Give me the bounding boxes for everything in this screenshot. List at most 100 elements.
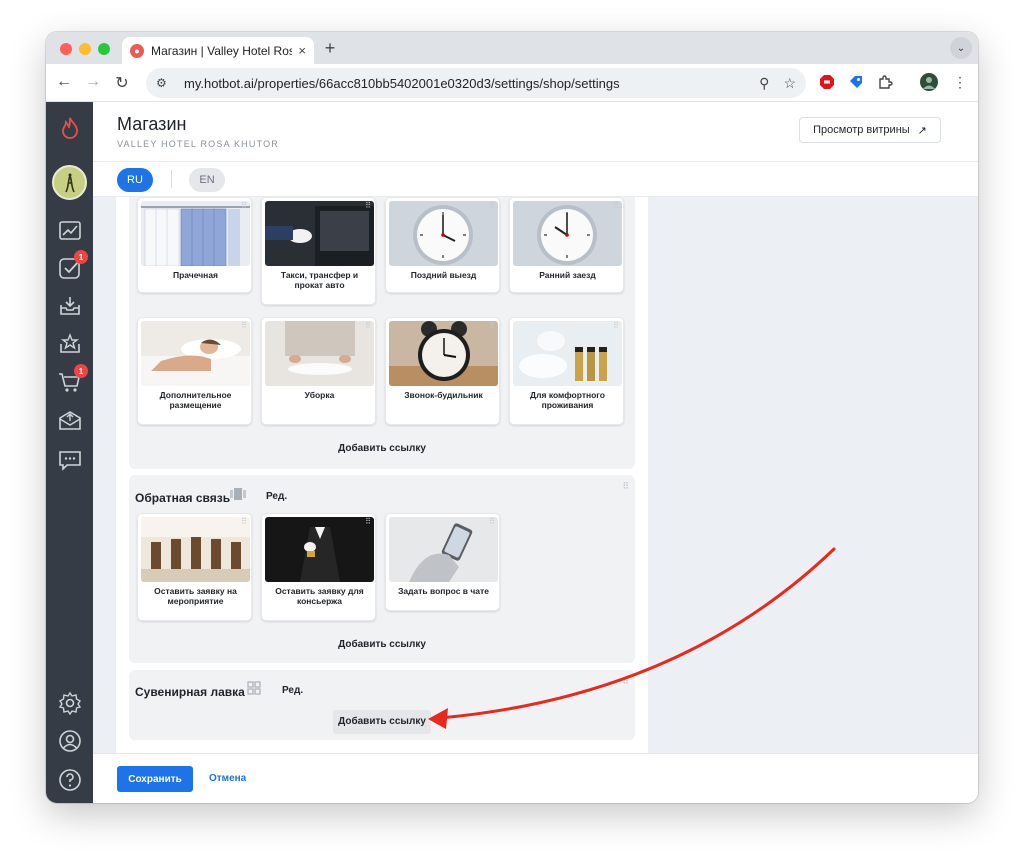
url-text: my.hotbot.ai/properties/66acc810bb540200…: [184, 75, 620, 91]
back-icon[interactable]: ←: [54, 73, 74, 91]
drag-handle-icon[interactable]: ⠿: [365, 321, 371, 330]
add-link-button[interactable]: Добавить ссылку: [129, 443, 635, 454]
close-tab-icon[interactable]: ×: [298, 43, 306, 58]
taxi-image: [265, 201, 374, 266]
preview-button-label: Просмотр витрины: [813, 124, 910, 136]
drag-handle-icon[interactable]: ⠿: [613, 201, 619, 210]
card-label: Ранний заезд: [539, 270, 596, 280]
carousel-icon: [230, 488, 246, 503]
chevron-down-icon[interactable]: ⌄: [950, 37, 972, 59]
help-question-icon[interactable]: [56, 766, 83, 793]
sidebar: 1 1: [46, 102, 93, 803]
save-button[interactable]: Сохранить: [117, 766, 193, 792]
app-area: 1 1 Магазин VALLEY HOTEL ROSA KHUTOR Про…: [46, 102, 978, 803]
mail-upload-icon[interactable]: [56, 406, 83, 433]
drag-handle-icon[interactable]: ⠿: [365, 201, 371, 210]
cancel-button[interactable]: Отмена: [209, 773, 246, 784]
service-card[interactable]: ⠿ Звонок-будильник: [385, 317, 500, 425]
chat-bubble-icon[interactable]: [56, 446, 83, 473]
card-label: Задать вопрос в чате: [398, 586, 489, 596]
feedback-card[interactable]: ⠿ Задать вопрос в чате: [385, 513, 500, 611]
forward-icon[interactable]: →: [83, 73, 103, 91]
service-card[interactable]: ⠿ Дополнительное размещение: [137, 317, 252, 425]
edit-section-button[interactable]: Ред.: [266, 491, 287, 502]
tab-title: Магазин | Valley Hotel Rosa Khutor: [151, 43, 293, 58]
inbox-download-icon[interactable]: [56, 292, 83, 319]
service-card[interactable]: ⠿ Поздний выезд: [385, 197, 500, 293]
service-card[interactable]: ⠿ Для комфортного проживания: [509, 317, 624, 425]
drag-handle-icon[interactable]: ⠿: [489, 201, 495, 210]
tab-lang-ru[interactable]: RU: [117, 168, 153, 192]
cleaning-image: [265, 321, 374, 386]
section-souvenir: Сувенирная лавка Ред. ⠿ Добавить ссылку: [129, 670, 635, 740]
address-bar[interactable]: ⚙ my.hotbot.ai/properties/66acc810bb5402…: [146, 68, 806, 98]
fire-icon: ●: [130, 43, 144, 58]
drag-handle-icon[interactable]: ⠿: [613, 321, 619, 330]
browser-tab[interactable]: ● Магазин | Valley Hotel Rosa Khutor ×: [122, 37, 314, 64]
section-services: ⠿ Прачечная ⠿ Такси, трансфер и прокат а…: [129, 197, 635, 469]
alarm-clock-image: [389, 321, 498, 386]
maximize-window-button[interactable]: [98, 43, 110, 55]
event-hall-image: [141, 517, 250, 582]
analytics-chart-icon[interactable]: [56, 216, 83, 243]
feedback-card[interactable]: ⠿ Оставить заявку на мероприятие: [137, 513, 252, 621]
edit-section-button[interactable]: Ред.: [282, 685, 303, 696]
profile-avatar[interactable]: [920, 73, 938, 91]
new-tab-button[interactable]: +: [320, 38, 340, 59]
card-label: Прачечная: [172, 270, 219, 280]
service-card[interactable]: ⠿ Такси, трансфер и прокат авто: [261, 197, 376, 305]
section-title: Обратная связь: [135, 491, 231, 505]
reviews-star-icon[interactable]: [56, 330, 83, 357]
site-settings-icon[interactable]: ⚙: [156, 76, 172, 90]
tab-strip: ● Магазин | Valley Hotel Rosa Khutor × +…: [46, 32, 978, 64]
drag-handle-icon[interactable]: ⠿: [489, 517, 495, 526]
cart-badge: 1: [74, 364, 88, 378]
clock-image: [513, 201, 622, 266]
fire-logo-icon[interactable]: [56, 114, 83, 141]
phone-chat-image: [389, 517, 498, 582]
card-label: Поздний выезд: [410, 270, 477, 280]
adblock-extension-icon[interactable]: [818, 73, 836, 91]
grid-icon: [247, 681, 261, 698]
page-header: Магазин VALLEY HOTEL ROSA KHUTOR Просмот…: [93, 102, 978, 162]
property-avatar[interactable]: [52, 165, 87, 200]
feedback-card[interactable]: ⠿ Оставить заявку для консьержа: [261, 513, 376, 621]
browser-menu-icon[interactable]: ⋮: [951, 73, 969, 91]
browser-window: ● Магазин | Valley Hotel Rosa Khutor × +…: [46, 32, 978, 803]
drag-handle-icon[interactable]: ⠿: [241, 201, 247, 210]
settings-gear-icon[interactable]: [56, 689, 83, 716]
drag-handle-icon[interactable]: ⠿: [241, 321, 247, 330]
minimize-window-button[interactable]: [79, 43, 91, 55]
shop-settings-content: ⠿ Прачечная ⠿ Такси, трансфер и прокат а…: [116, 197, 648, 753]
property-subtitle: VALLEY HOTEL ROSA KHUTOR: [117, 139, 280, 149]
service-card[interactable]: ⠿ Уборка: [261, 317, 376, 425]
drag-handle-icon[interactable]: ⠿: [241, 517, 247, 526]
page-title: Магазин: [117, 114, 187, 134]
service-card[interactable]: ⠿ Прачечная: [137, 197, 252, 293]
section-feedback: Обратная связь Ред. ⠿ ⠿ Оставить заявку …: [129, 475, 635, 663]
add-link-button[interactable]: Добавить ссылку: [129, 639, 635, 650]
card-label: Для комфортного проживания: [530, 390, 605, 410]
laundry-image: [141, 201, 250, 266]
bookmark-star-icon[interactable]: ☆: [783, 75, 796, 92]
browser-toolbar: ← → ↻ ⚙ my.hotbot.ai/properties/66acc810…: [46, 64, 978, 102]
drag-handle-icon[interactable]: ⠿: [365, 517, 371, 526]
drag-handle-icon[interactable]: ⠿: [622, 676, 629, 687]
card-label: Дополнительное размещение: [159, 390, 232, 410]
add-link-button[interactable]: Добавить ссылку: [333, 710, 431, 734]
tag-extension-icon[interactable]: [847, 73, 865, 91]
language-tabs: RU EN: [93, 162, 978, 197]
clock-image: [389, 201, 498, 266]
card-label: Звонок-будильник: [404, 390, 483, 400]
extensions-puzzle-icon[interactable]: [876, 73, 894, 91]
tab-lang-en[interactable]: EN: [189, 168, 225, 192]
service-card[interactable]: ⠿ Ранний заезд: [509, 197, 624, 293]
card-label: Такси, трансфер и прокат авто: [280, 270, 359, 290]
drag-handle-icon[interactable]: ⠿: [489, 321, 495, 330]
drag-handle-icon[interactable]: ⠿: [622, 481, 629, 492]
user-profile-icon[interactable]: [56, 727, 83, 754]
preview-storefront-button[interactable]: Просмотр витрины ↗: [799, 117, 941, 143]
reload-icon[interactable]: ↻: [112, 73, 132, 93]
zoom-icon[interactable]: ⚲: [759, 75, 769, 92]
close-window-button[interactable]: [60, 43, 72, 55]
